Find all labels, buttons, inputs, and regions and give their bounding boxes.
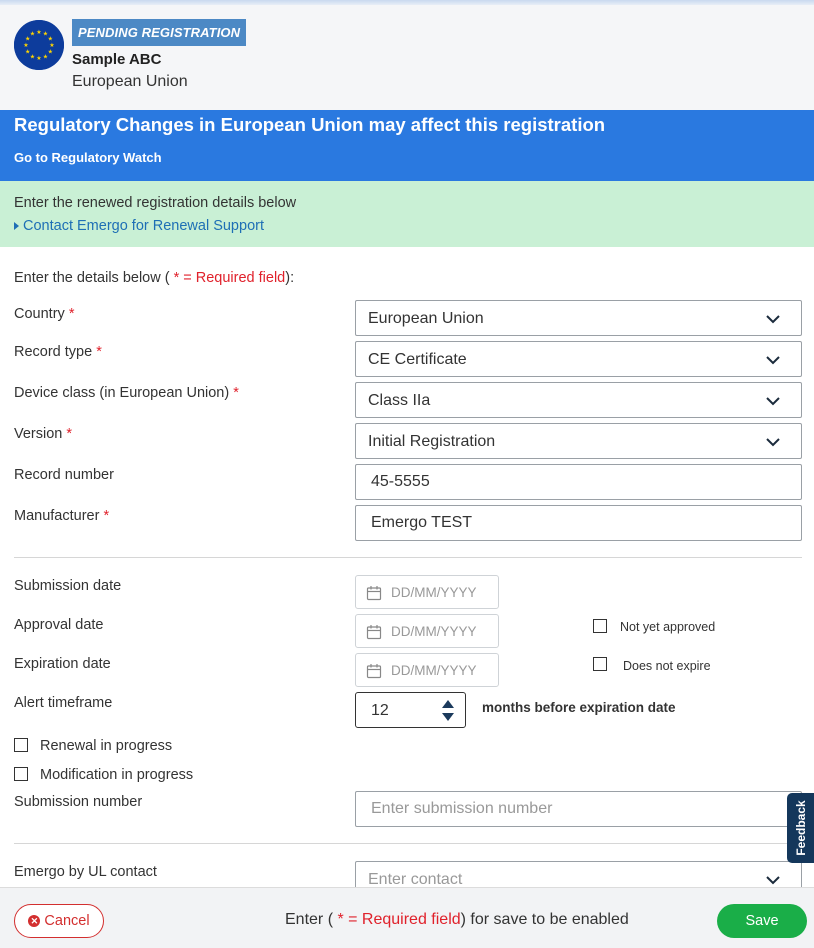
device-class-select[interactable]: Class IIa (355, 382, 802, 418)
required-mark: * (96, 344, 102, 360)
device-class-label-text: Device class (in European Union) (14, 385, 230, 401)
svg-text:★: ★ (43, 53, 48, 60)
record-number-input[interactable]: 45-5555 (355, 464, 802, 500)
version-select[interactable]: Initial Registration (355, 423, 802, 459)
renewal-in-progress-label: Renewal in progress (40, 738, 173, 754)
decrement-arrow-icon[interactable] (442, 713, 454, 721)
close-circle-icon: ✕ (28, 915, 41, 927)
submission-date-input[interactable]: DD/MM/YYYY (355, 575, 499, 609)
regulatory-changes-banner: Regulatory Changes in European Union may… (0, 110, 814, 181)
record-type-label: Record type * (14, 344, 102, 360)
expiration-date-input[interactable]: DD/MM/YYYY (355, 653, 499, 687)
svg-text:★: ★ (30, 53, 35, 60)
device-class-label: Device class (in European Union) * (14, 385, 239, 401)
not-yet-approved-checkbox[interactable] (593, 619, 607, 633)
chevron-down-icon (765, 354, 781, 366)
manufacturer-input[interactable]: Emergo TEST (355, 505, 802, 541)
calendar-icon (366, 663, 382, 679)
expiration-date-label: Expiration date (14, 656, 111, 672)
form-footer: ✕ Cancel Enter ( * = Required field) for… (0, 887, 814, 948)
registration-header: ★ ★ ★ ★ ★ ★ ★ ★ ★ ★ ★ ★ PENDING REGISTRA… (0, 5, 814, 110)
renewal-message: Enter the renewed registration details b… (14, 195, 297, 211)
svg-text:★: ★ (36, 29, 41, 36)
calendar-icon (366, 624, 382, 640)
record-number-label: Record number (14, 467, 114, 483)
country-value: European Union (368, 310, 484, 327)
version-label-text: Version (14, 426, 63, 442)
eu-flag-icon: ★ ★ ★ ★ ★ ★ ★ ★ ★ ★ ★ ★ (14, 20, 64, 70)
required-mark: * (103, 508, 110, 524)
record-type-label-text: Record type (14, 344, 93, 360)
save-button[interactable]: Save (717, 904, 807, 938)
record-type-value: CE Certificate (368, 351, 467, 368)
cancel-label: Cancel (44, 913, 90, 929)
form-intro-required: * = Required field (169, 270, 286, 286)
renewal-banner: Enter the renewed registration details b… (0, 181, 814, 247)
modification-in-progress-checkbox[interactable] (14, 767, 28, 781)
save-msg-required: * = Required field (333, 911, 461, 928)
required-mark: * (66, 426, 73, 442)
alert-timeframe-stepper[interactable]: 12 (355, 692, 466, 728)
country-select[interactable]: European Union (355, 300, 802, 336)
go-to-regulatory-watch-link[interactable]: Go to Regulatory Watch (14, 150, 162, 165)
contact-emergo-renewal-link[interactable]: Contact Emergo for Renewal Support (14, 218, 264, 234)
chevron-down-icon (765, 395, 781, 407)
alert-timeframe-label: Alert timeframe (14, 695, 113, 711)
approval-date-label: Approval date (14, 617, 104, 633)
not-yet-approved-label: Not yet approved (620, 620, 716, 634)
section-divider (14, 557, 802, 558)
alert-timeframe-suffix: months before expiration date (482, 700, 676, 715)
alert-timeframe-value: 12 (371, 702, 389, 719)
manufacturer-label: Manufacturer * (14, 508, 109, 524)
feedback-tab[interactable]: Feedback (787, 793, 814, 863)
form-intro: Enter the details below ( * = Required f… (14, 270, 294, 286)
does-not-expire-label: Does not expire (623, 659, 711, 673)
svg-text:★: ★ (48, 49, 53, 56)
save-msg-suffix: ) for save to be enabled (460, 911, 629, 928)
submission-date-label: Submission date (14, 578, 122, 594)
device-class-value: Class IIa (368, 392, 431, 409)
save-msg-prefix: Enter ( (285, 911, 334, 928)
renewal-in-progress-checkbox[interactable] (14, 738, 28, 752)
form-intro-prefix: Enter the details below ( (14, 270, 170, 286)
registration-region: European Union (72, 73, 188, 90)
chevron-down-icon (765, 313, 781, 325)
registration-name: Sample ABC (72, 51, 162, 68)
svg-text:★: ★ (30, 31, 35, 38)
submission-number-input[interactable]: Enter submission number (355, 791, 802, 827)
svg-text:★: ★ (23, 42, 28, 49)
regulatory-changes-title: Regulatory Changes in European Union may… (14, 114, 606, 135)
modification-in-progress-label: Modification in progress (40, 767, 194, 783)
does-not-expire-checkbox[interactable] (593, 657, 607, 671)
increment-arrow-icon[interactable] (442, 700, 454, 708)
version-label: Version * (14, 426, 72, 442)
submission-number-label: Submission number (14, 794, 143, 810)
approval-date-placeholder: DD/MM/YYYY (391, 624, 477, 639)
country-label: Country * (14, 306, 74, 322)
contact-label: Emergo by UL contact (14, 864, 157, 880)
submission-date-placeholder: DD/MM/YYYY (391, 585, 477, 600)
svg-text:★: ★ (25, 49, 30, 56)
required-mark: * (68, 306, 75, 322)
feedback-label: Feedback (793, 800, 808, 856)
save-requirement-message: Enter ( * = Required field) for save to … (285, 911, 629, 929)
chevron-down-icon (765, 436, 781, 448)
approval-date-input[interactable]: DD/MM/YYYY (355, 614, 499, 648)
country-label-text: Country (14, 306, 65, 322)
svg-text:★: ★ (36, 55, 41, 62)
caret-right-icon (14, 222, 19, 230)
contact-emergo-renewal-label: Contact Emergo for Renewal Support (23, 218, 264, 234)
calendar-icon (366, 585, 382, 601)
record-type-select[interactable]: CE Certificate (355, 341, 802, 377)
expiration-date-placeholder: DD/MM/YYYY (391, 663, 477, 678)
form-intro-suffix: ): (285, 270, 295, 286)
manufacturer-label-text: Manufacturer (14, 508, 100, 524)
section-divider (14, 843, 802, 844)
required-mark: * (233, 385, 239, 401)
version-value: Initial Registration (368, 433, 496, 450)
cancel-button[interactable]: ✕ Cancel (14, 904, 104, 938)
pending-registration-badge: PENDING REGISTRATION (72, 19, 247, 46)
chevron-down-icon (765, 874, 781, 886)
